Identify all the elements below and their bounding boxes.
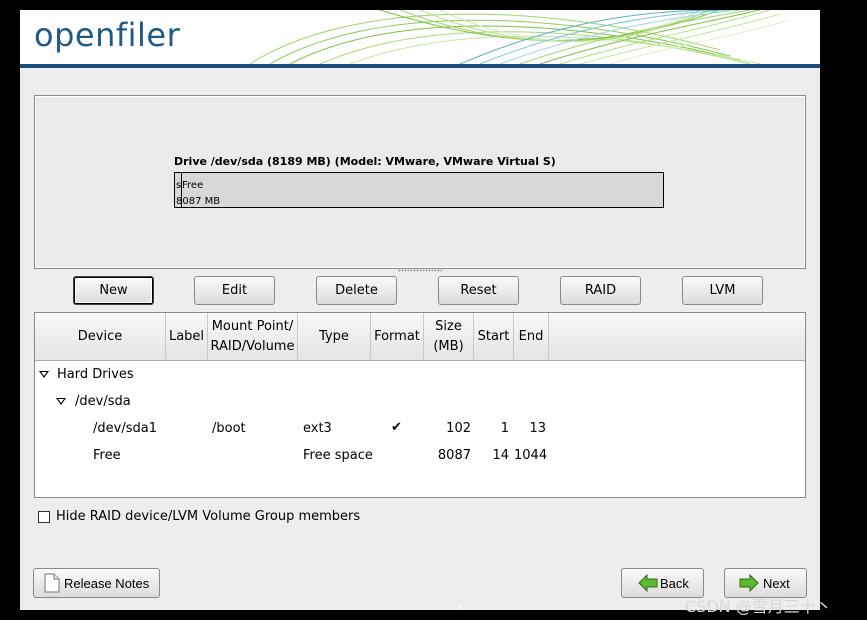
header-start-label: Start [477,328,510,344]
new-button[interactable]: New [73,276,154,305]
lvm-button[interactable]: LVM [682,276,763,305]
column-header-label[interactable]: Label [166,313,208,360]
cell-size: 102 [446,421,471,436]
segment-label-small: s [176,180,182,191]
cell-type: Free space [303,448,373,463]
edit-button-label: Edit [221,283,248,298]
column-header-device[interactable]: Device [35,313,166,360]
raid-button-label: RAID [584,283,617,298]
column-header-size[interactable]: Size (MB) [424,313,474,360]
cell-start: 1 [500,421,509,436]
header-device-label: Device [77,328,123,344]
segment-label-free: Free [182,180,204,191]
document-icon [44,573,60,593]
text-cursor [459,606,461,609]
hide-members-label[interactable]: Hide RAID device/LVM Volume Group member… [56,509,360,524]
back-label: Back [660,576,689,591]
drive-map-panel: Drive /dev/sda (8189 MB) (Model: VMware,… [34,95,806,269]
header-format-label: Format [374,328,420,344]
tree-group-hard-drives[interactable]: Hard Drives [57,367,134,382]
edit-button[interactable]: Edit [194,276,275,305]
banner-divider [20,64,820,68]
expander-collapse-icon[interactable] [39,371,49,378]
table-row[interactable]: Free Free space 8087 14 1044 [35,446,805,471]
column-header-mount[interactable]: Mount Point/ RAID/Volume [208,313,298,360]
drive-usage-bar[interactable]: s Free 8087 MB [174,172,664,208]
cell-device: /dev/sda1 [93,421,157,436]
header-mount-line1: Mount Point/ [211,318,294,334]
reset-button[interactable]: Reset [438,276,519,305]
watermark: CSDN @雪月三十丶 [685,597,832,616]
column-header-format[interactable]: Format [371,313,424,360]
reset-button-label: Reset [460,283,497,298]
header-banner: openfiler [20,10,820,64]
cell-end: 13 [529,421,546,436]
delete-button-label: Delete [335,283,378,298]
partition-table: Device Label Mount Point/ RAID/Volume Ty… [34,312,806,498]
column-header-type[interactable]: Type [298,313,371,360]
raid-button[interactable]: RAID [560,276,641,305]
header-end-label: End [518,328,544,344]
cell-end: 1044 [514,448,548,463]
header-mount-line2: RAID/Volume [210,338,295,354]
drive-title: Drive /dev/sda (8189 MB) (Model: VMware,… [174,155,556,168]
expander-collapse-icon[interactable] [56,398,66,405]
format-checkmark-icon: ✔ [391,420,402,435]
next-arrow-icon [739,574,759,592]
column-header-end[interactable]: End [514,313,549,360]
cell-type: ext3 [303,421,332,436]
release-notes-button[interactable]: Release Notes [33,568,160,598]
cell-mount: /boot [212,421,246,436]
header-type-label: Type [319,328,349,344]
column-header-start[interactable]: Start [474,313,514,360]
table-row[interactable]: /dev/sda1 /boot ext3 ✔ 102 1 13 [35,419,805,444]
tree-drive-sda[interactable]: /dev/sda [75,394,131,409]
release-notes-label: Release Notes [64,576,150,591]
table-header: Device Label Mount Point/ RAID/Volume Ty… [35,313,805,361]
header-size-line1: Size [435,318,462,334]
next-label: Next [763,576,790,591]
cell-start: 14 [492,448,509,463]
delete-button[interactable]: Delete [316,276,397,305]
hide-members-checkbox[interactable] [38,511,50,523]
installer-window: openfiler Drive /dev/sda (8189 MB) (Mode… [20,10,820,610]
back-arrow-icon [638,574,658,592]
pane-resize-handle[interactable] [398,269,442,272]
cell-size: 8087 [437,448,471,463]
header-label-label: Label [168,328,205,344]
new-button-label: New [99,283,128,298]
openfiler-logo: openfiler [34,16,181,54]
lvm-button-label: LVM [709,283,736,298]
header-size-line2: (MB) [433,338,464,354]
cell-device: Free [93,448,121,463]
segment-free-size: 8087 MB [176,196,221,207]
